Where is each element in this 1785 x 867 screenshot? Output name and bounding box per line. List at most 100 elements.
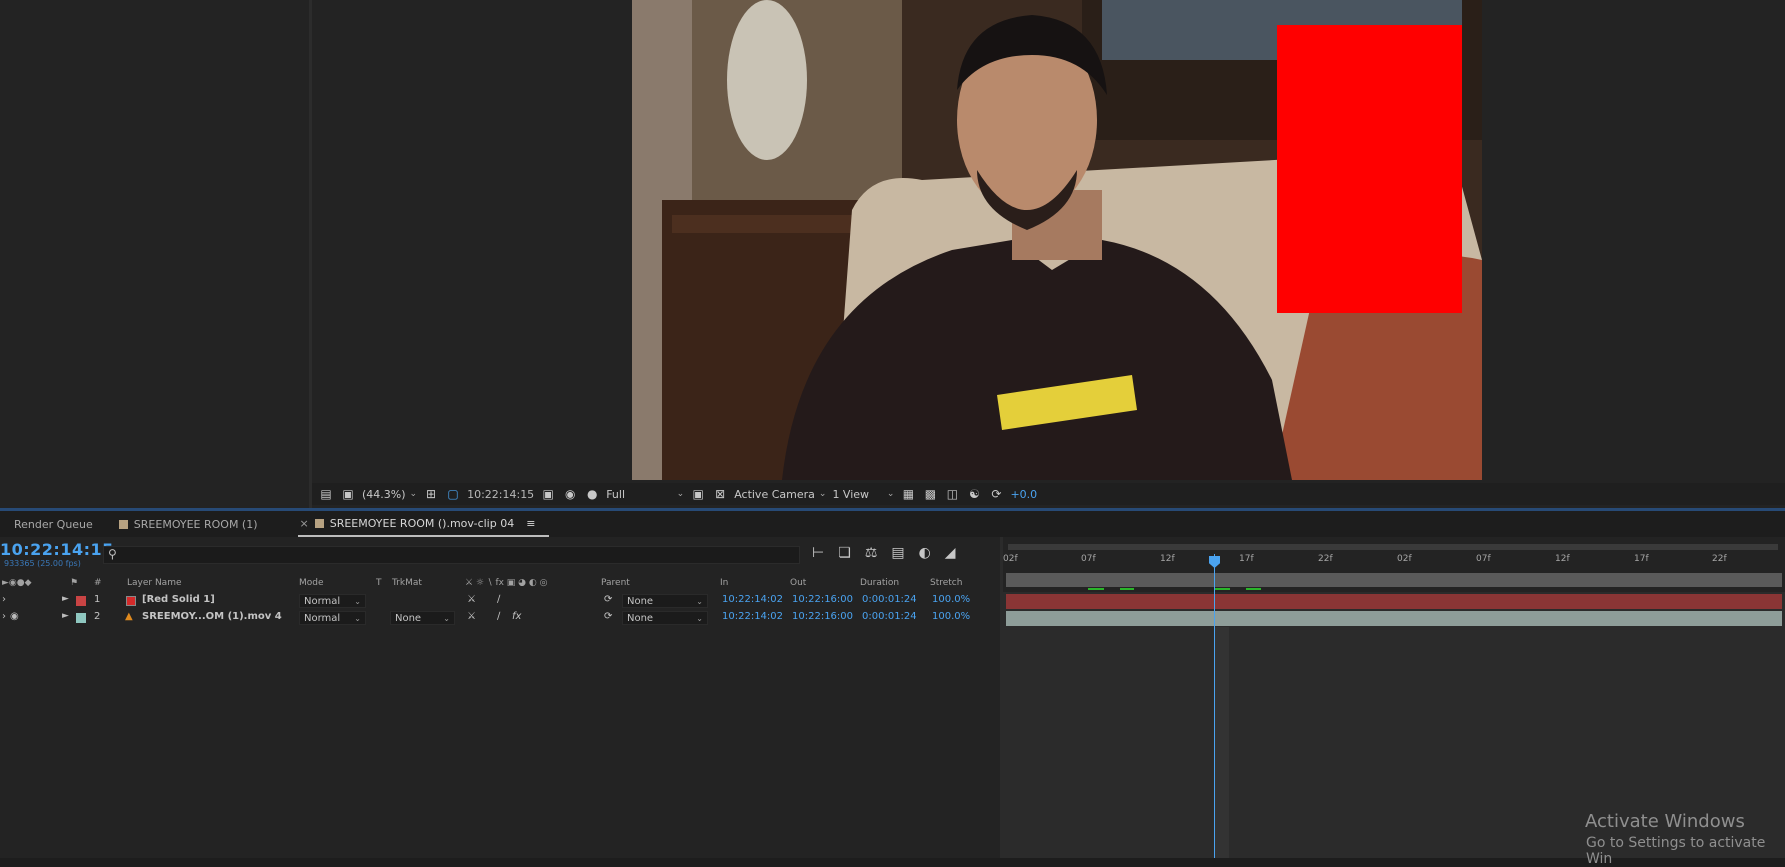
playhead-line[interactable]	[1214, 554, 1215, 858]
layer-name[interactable]: SREEMOY...OM (1).mov 4	[142, 611, 282, 622]
fast-previews-icon[interactable]: ▩	[922, 486, 938, 502]
parent-dropdown[interactable]: None ⌄	[622, 594, 708, 608]
view-layout-dropdown[interactable]: 1 View ⌄	[832, 488, 894, 501]
close-icon[interactable]: ×	[300, 517, 309, 530]
ruler-tick: 17f	[1634, 554, 1649, 564]
column-stretch: Stretch	[930, 578, 963, 588]
layer-bar-footage[interactable]	[1006, 611, 1782, 626]
ruler-tick: 22f	[1712, 554, 1727, 564]
effects-fx-icon[interactable]: fx	[512, 611, 521, 622]
viewer-timecode[interactable]: 10:22:14:15	[467, 488, 534, 501]
layer-stretch[interactable]: 100.0%	[932, 611, 970, 622]
av-features-icon: ►◉●◆	[2, 578, 32, 588]
current-time-display[interactable]: 10:22:14:15	[0, 540, 114, 559]
layer-out-time[interactable]: 10:22:16:00	[792, 611, 853, 622]
project-panel	[0, 0, 309, 508]
track-matte-value: None	[395, 612, 422, 624]
audio-speaker-icon[interactable]: ◉	[10, 611, 19, 622]
switches-icons: ⚔ ☼ ∖ fx ▣ ◕ ◐ ◎	[465, 578, 548, 588]
shy-switch-icon[interactable]: ⚔	[467, 594, 476, 605]
exposure-value[interactable]: +0.0	[1010, 488, 1037, 501]
chevron-down-icon: ⌄	[696, 596, 703, 606]
graph-editor-icon[interactable]: ◢	[945, 545, 956, 561]
flowchart-icon[interactable]: ☯	[966, 486, 982, 502]
column-duration: Duration	[860, 578, 900, 588]
layer-search-input[interactable]	[103, 546, 800, 564]
ruler-tick: 22f	[1318, 554, 1333, 564]
blend-mode-dropdown[interactable]: Normal ⌄	[299, 594, 366, 608]
column-trkmat: TrkMat	[392, 578, 422, 588]
resolution-dropdown[interactable]: Full ⌄	[606, 488, 684, 501]
snapshot-camera-icon[interactable]: ▣	[540, 486, 556, 502]
pick-whip-icon[interactable]: ⟳	[604, 611, 612, 622]
viewer-toolbar: ▤ ▣ (44.3%) ⌄ ⊞ ▢ 10:22:14:15 ▣ ◉ ● Full ⌄…	[312, 483, 1785, 505]
quality-switch-icon[interactable]: ∕	[497, 594, 500, 605]
tab-sreemoyee-room-1[interactable]: SREEMOYEE ROOM (1)	[107, 511, 272, 537]
chevron-down-icon: ⌄	[818, 489, 827, 499]
tab-sreemoyee-clip-04[interactable]: × SREEMOYEE ROOM ().mov-clip 04 ≡	[297, 511, 550, 537]
fit-grid-icon[interactable]: ⊞	[423, 486, 439, 502]
layer-bar-red-solid[interactable]	[1006, 594, 1782, 609]
composition-range-bar[interactable]	[1006, 573, 1782, 587]
tab-label: SREEMOYEE ROOM ().mov-clip 04	[329, 516, 515, 530]
transparency-grid-icon[interactable]: ⊠	[712, 486, 728, 502]
show-snapshot-icon[interactable]: ◉	[562, 486, 578, 502]
red-solid-layer	[1277, 25, 1462, 313]
chevron-down-icon: ⌄	[409, 489, 418, 499]
visibility-eye-icon[interactable]: ›	[2, 611, 6, 622]
expand-arrow-icon[interactable]: ►	[62, 594, 69, 604]
parent-value: None	[627, 595, 654, 607]
parent-dropdown[interactable]: None ⌄	[622, 611, 708, 625]
draft-3d-icon[interactable]: ❏	[838, 545, 851, 561]
cache-marker	[1215, 588, 1230, 590]
ruler-tick: 07f	[1081, 554, 1096, 564]
composition-flowchart-icon[interactable]: ⊢	[812, 545, 824, 561]
composition-icon	[118, 519, 128, 529]
ruler-tick: 12f	[1555, 554, 1570, 564]
column-t: T	[376, 578, 382, 588]
reset-exposure-icon[interactable]: ⟳	[988, 486, 1004, 502]
ruler-tick: 12f	[1160, 554, 1175, 564]
pick-whip-icon[interactable]: ⟳	[604, 594, 612, 605]
expand-arrow-icon[interactable]: ►	[62, 611, 69, 621]
layer-in-time[interactable]: 10:22:14:02	[722, 611, 783, 622]
quality-switch-icon[interactable]: ∕	[497, 611, 500, 622]
layer-duration[interactable]: 0:00:01:24	[862, 594, 917, 605]
magnification-dropdown[interactable]: (44.3%) ⌄	[362, 488, 417, 501]
track-matte-dropdown[interactable]: None ⌄	[390, 611, 455, 625]
color-channels-icon[interactable]: ●	[584, 486, 600, 502]
visibility-eye-icon[interactable]: ›	[2, 594, 6, 605]
column-out: Out	[790, 578, 807, 588]
column-layer-name[interactable]: Layer Name	[127, 578, 182, 588]
tab-render-queue[interactable]: Render Queue	[0, 511, 107, 537]
shy-switch-icon[interactable]: ⚔	[467, 611, 476, 622]
layer-stretch[interactable]: 100.0%	[932, 594, 970, 605]
mask-toggle-icon[interactable]: ▢	[445, 486, 461, 502]
layer-duration[interactable]: 0:00:01:24	[862, 611, 917, 622]
frame-blending-icon[interactable]: ▤	[891, 545, 904, 561]
layer-number: 2	[94, 611, 101, 622]
work-area-bar[interactable]	[1008, 544, 1778, 550]
label-color-swatch[interactable]	[76, 596, 86, 606]
region-of-interest-icon[interactable]: ▣	[690, 486, 706, 502]
layer-name[interactable]: [Red Solid 1]	[142, 594, 215, 605]
blend-mode-dropdown[interactable]: Normal ⌄	[299, 611, 366, 625]
layer-out-time[interactable]: 10:22:16:00	[792, 594, 853, 605]
layer-column-header: ►◉●◆ ⚑ # Layer Name Mode T TrkMat ⚔ ☼ ∖ …	[0, 576, 1000, 592]
layer-row[interactable]: › ► 1 [Red Solid 1] Normal ⌄ ⚔ ∕ ⟳ None ⌄ …	[0, 593, 1000, 609]
timeline-toggle-icon[interactable]: ◫	[944, 486, 960, 502]
shy-layers-icon[interactable]: ⚖	[865, 545, 878, 561]
composition-frame[interactable]	[632, 0, 1482, 480]
tab-label: SREEMOYEE ROOM (1)	[133, 517, 258, 531]
panel-menu-icon[interactable]: ≡	[526, 517, 535, 530]
layers-toggle-icon[interactable]: ▤	[318, 486, 334, 502]
layer-row[interactable]: › ◉ ► 2 ▲ SREEMOY...OM (1).mov 4 Normal ⌄…	[0, 610, 1000, 626]
search-icon: ⚲	[108, 547, 117, 561]
motion-blur-icon[interactable]: ◐	[919, 545, 931, 561]
layer-in-time[interactable]: 10:22:14:02	[722, 594, 783, 605]
chevron-down-icon: ⌄	[354, 596, 361, 606]
camera-dropdown[interactable]: Active Camera ⌄	[734, 488, 826, 501]
toggle-pixel-aspect-icon[interactable]: ▦	[900, 486, 916, 502]
monitor-icon[interactable]: ▣	[340, 486, 356, 502]
label-color-swatch[interactable]	[76, 613, 86, 623]
